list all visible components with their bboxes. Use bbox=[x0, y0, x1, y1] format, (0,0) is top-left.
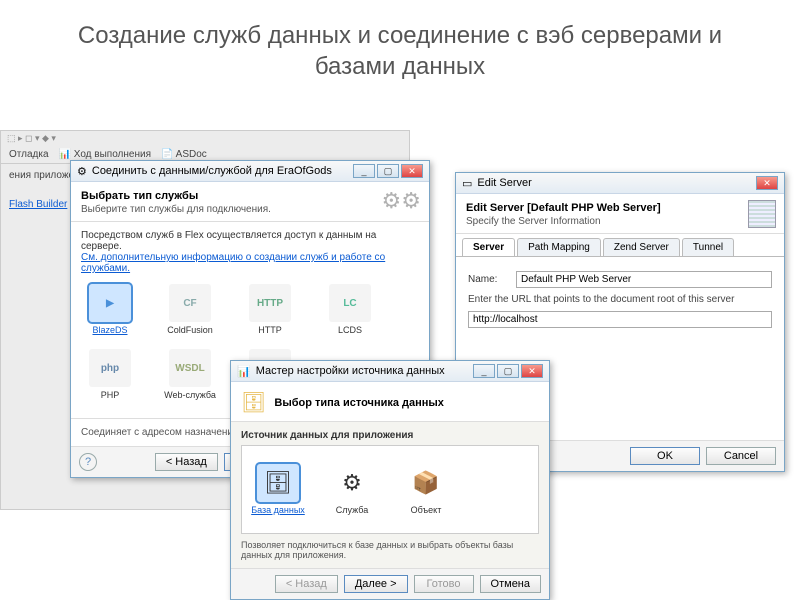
slide-title: Создание служб данных и соединение с вэб… bbox=[0, 0, 800, 92]
dialog-title: Мастер настройки источника данных bbox=[256, 365, 445, 377]
section-label: Источник данных для приложения bbox=[241, 430, 539, 441]
dialog-title: Соединить с данными/службой для EraOfGod… bbox=[92, 165, 332, 177]
tab-progress[interactable]: 📊 Ход выполнения bbox=[59, 149, 151, 160]
server-url-input[interactable] bbox=[468, 311, 772, 328]
close-button[interactable]: ✕ bbox=[401, 164, 423, 178]
heading: Выбор типа источника данных bbox=[274, 397, 444, 409]
server-name-input[interactable] bbox=[516, 271, 772, 288]
service-blazeds[interactable]: ▶BlazeDS bbox=[81, 284, 139, 335]
ds-obj[interactable]: 📦Объект bbox=[398, 464, 454, 515]
service-php[interactable]: phpPHP bbox=[81, 349, 139, 400]
maximize-button[interactable]: ▢ bbox=[377, 164, 399, 178]
datasource-type-grid: 🗄База данных ⚙Служба 📦Объект bbox=[250, 454, 530, 525]
name-label: Name: bbox=[468, 274, 508, 285]
db-icon: 🗄 bbox=[241, 390, 266, 415]
service-coldfusion[interactable]: CFColdFusion bbox=[161, 284, 219, 335]
intro-text: Посредством служб в Flex осуществляется … bbox=[81, 230, 419, 252]
close-button[interactable]: ✕ bbox=[756, 176, 778, 190]
service-lcds[interactable]: LCLCDS bbox=[321, 284, 379, 335]
description-text: Позволяет подключиться к базе данных и в… bbox=[241, 540, 539, 560]
close-button[interactable]: ✕ bbox=[521, 364, 543, 378]
cancel-button[interactable]: Cancel bbox=[706, 447, 776, 465]
service-wsdl[interactable]: WSDLWeb-служба bbox=[161, 349, 219, 400]
tab-debug[interactable]: Отладка bbox=[9, 149, 49, 160]
dialog-title: Edit Server bbox=[477, 177, 531, 189]
tab-path-mapping[interactable]: Path Mapping bbox=[517, 238, 601, 256]
ds-db[interactable]: 🗄База данных bbox=[250, 464, 306, 515]
wizard-heading: Выбрать тип службы bbox=[81, 190, 419, 202]
tab-asdoc[interactable]: 📄 ASDoc bbox=[161, 149, 207, 160]
gears-icon: ⚙ bbox=[77, 165, 87, 178]
url-note: Enter the URL that points to the documen… bbox=[468, 294, 772, 305]
minimize-button[interactable]: _ bbox=[473, 364, 495, 378]
window-icon: ▭ bbox=[462, 177, 472, 190]
wizard-subheading: Выберите тип службы для подключения. bbox=[81, 204, 419, 215]
subheading: Specify the Server Information bbox=[466, 216, 774, 227]
next-button[interactable]: Далее > bbox=[344, 575, 408, 593]
gears-decor-icon: ⚙⚙ bbox=[382, 188, 421, 214]
cancel-button[interactable]: Отмена bbox=[480, 575, 541, 593]
finish-button[interactable]: Готово bbox=[414, 575, 474, 593]
wizard-icon: 📊 bbox=[237, 365, 251, 378]
more-info-link[interactable]: См. дополнительную информацию о создании… bbox=[81, 252, 385, 274]
ds-svc[interactable]: ⚙Служба bbox=[324, 464, 380, 515]
minimize-button[interactable]: _ bbox=[353, 164, 375, 178]
help-button[interactable]: ? bbox=[79, 453, 97, 471]
heading: Edit Server [Default PHP Web Server] bbox=[466, 202, 774, 214]
datasource-wizard: 📊 Мастер настройки источника данных _ ▢ … bbox=[230, 360, 550, 600]
maximize-button[interactable]: ▢ bbox=[497, 364, 519, 378]
tab-server[interactable]: Server bbox=[462, 238, 515, 256]
ok-button[interactable]: OK bbox=[630, 447, 700, 465]
flash-builder-link[interactable]: Flash Builder bbox=[9, 199, 67, 210]
tab-zend[interactable]: Zend Server bbox=[603, 238, 680, 256]
service-http[interactable]: HTTPHTTP bbox=[241, 284, 299, 335]
server-tabs: Server Path Mapping Zend Server Tunnel bbox=[456, 234, 784, 257]
server-icon bbox=[748, 200, 776, 228]
tab-tunnel[interactable]: Tunnel bbox=[682, 238, 734, 256]
back-button[interactable]: < Назад bbox=[275, 575, 338, 593]
back-button[interactable]: < Назад bbox=[155, 453, 218, 471]
